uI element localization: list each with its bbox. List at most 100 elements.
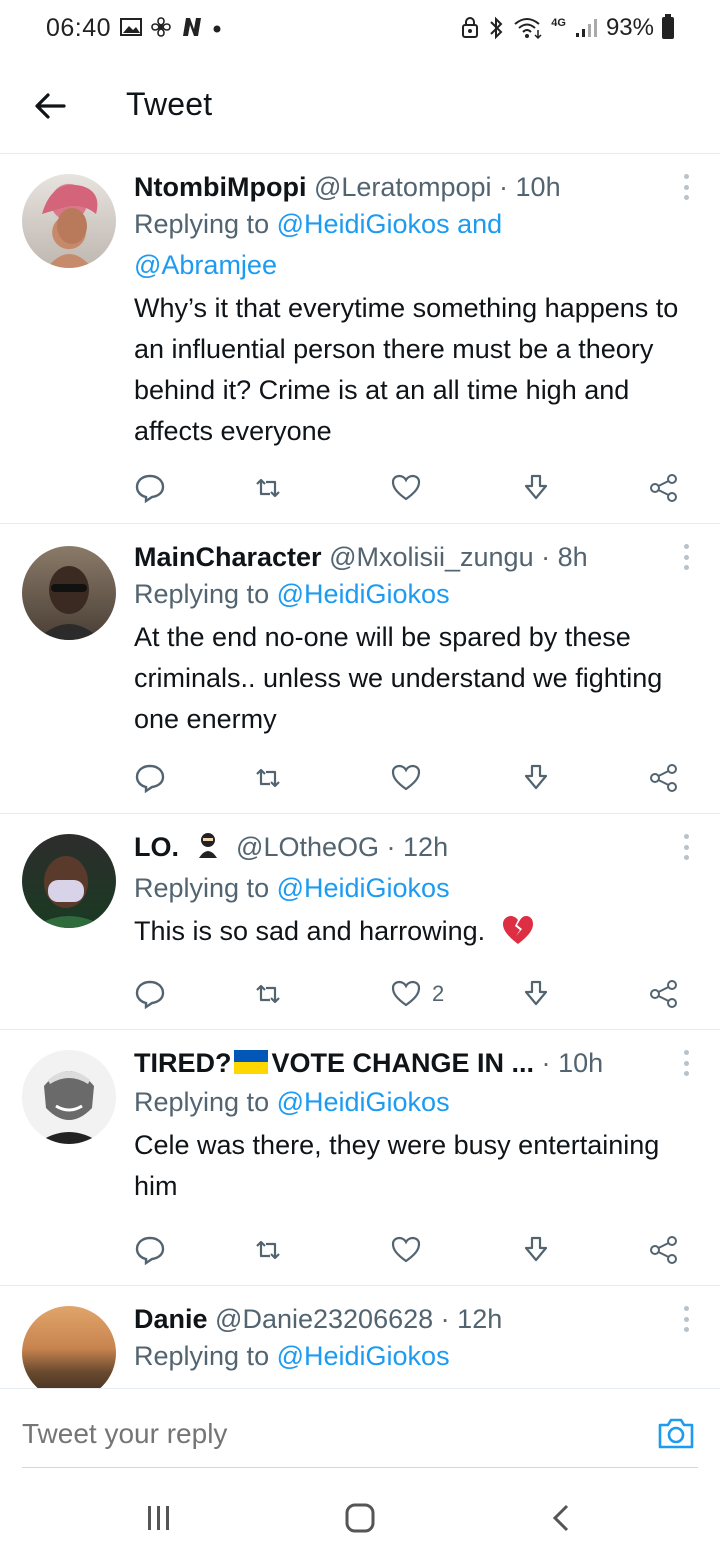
avatar[interactable]: [22, 834, 116, 928]
mention-link[interactable]: @HeidiGiokos: [277, 1087, 450, 1117]
more-options-icon[interactable]: [682, 174, 690, 200]
replying-prefix: Replying to: [134, 873, 270, 903]
download-icon: [524, 1236, 548, 1262]
tweet-header: Danie @Danie23206628 · 12h: [134, 1302, 690, 1336]
like-button[interactable]: [390, 468, 422, 508]
tweet-text: Why’s it that everytime something happen…: [134, 293, 679, 446]
gallery-icon: [120, 18, 142, 36]
heart-icon: [391, 474, 421, 501]
back-arrow-icon[interactable]: [30, 86, 70, 126]
reply-input[interactable]: [22, 1403, 622, 1453]
heart-icon: [391, 980, 421, 1007]
tweet-content: MainCharacter @Mxolisii_zungu · 8h Reply…: [134, 540, 690, 740]
tweet-time[interactable]: 12h: [403, 832, 448, 862]
back-chevron-icon: [552, 1504, 569, 1532]
mention-link[interactable]: @HeidiGiokos: [277, 209, 450, 239]
retweet-button[interactable]: [252, 758, 284, 798]
author-name[interactable]: LO.: [134, 832, 179, 862]
like-button[interactable]: 2: [390, 974, 444, 1014]
author-handle[interactable]: @LOtheOG: [236, 832, 379, 862]
separator-dot: ·: [440, 1304, 450, 1334]
mention-link[interactable]: @HeidiGiokos: [277, 1341, 450, 1371]
tweet-header: NtombiMpopi @Lerato​mpopi · 10h: [134, 170, 690, 204]
share-button[interactable]: [648, 974, 680, 1014]
retweet-button[interactable]: [252, 974, 284, 1014]
avatar[interactable]: [22, 174, 116, 268]
more-options-icon[interactable]: [682, 1306, 690, 1332]
author-name[interactable]: NtombiMpopi: [134, 172, 306, 202]
author-name[interactable]: TIRED?: [134, 1048, 232, 1078]
download-icon: [524, 980, 548, 1006]
download-button[interactable]: [520, 974, 552, 1014]
like-count: 2: [432, 981, 445, 1006]
avatar[interactable]: [22, 1050, 116, 1144]
tweet-item[interactable]: Danie @Danie23206628 · 12h Replying to @…: [0, 1286, 720, 1388]
signal-icon: [575, 19, 597, 37]
author-handle[interactable]: @Lerato​mpopi: [314, 172, 492, 202]
more-options-icon[interactable]: [682, 834, 690, 860]
reply-button[interactable]: [134, 758, 166, 798]
recent-apps-icon: [148, 1506, 169, 1530]
ninja-emoji-icon: [193, 830, 223, 868]
more-options-icon[interactable]: [682, 1050, 690, 1076]
reply-button[interactable]: [134, 974, 166, 1014]
tweet-time[interactable]: 10h: [558, 1048, 603, 1078]
author-name-continued[interactable]: VOTE CHANGE IN ...: [272, 1048, 535, 1078]
tweet-time[interactable]: 12h: [457, 1304, 502, 1334]
heart-icon: [391, 1236, 421, 1263]
tweet-content: Danie @Danie23206628 · 12h Replying to @…: [134, 1302, 690, 1377]
reply-composer: [0, 1388, 720, 1468]
separator-dot: ·: [499, 172, 509, 202]
tweet-item[interactable]: MainCharacter @Mxolisii_zungu · 8h Reply…: [0, 524, 720, 814]
avatar[interactable]: [22, 546, 116, 640]
retweet-button[interactable]: [252, 468, 284, 508]
tweet-item[interactable]: NtombiMpopi @Lerato​mpopi · 10h Replying…: [0, 154, 720, 524]
like-button[interactable]: [390, 1230, 422, 1270]
separator-dot: ·: [541, 542, 551, 572]
retweet-button[interactable]: [252, 1230, 284, 1270]
share-icon: [650, 474, 677, 502]
home-button[interactable]: [340, 1498, 380, 1538]
download-button[interactable]: [520, 468, 552, 508]
more-options-icon[interactable]: [682, 544, 690, 570]
tweet-time[interactable]: 10h: [516, 172, 561, 202]
author-handle[interactable]: @Mxolisii_zungu: [329, 542, 534, 572]
avatar[interactable]: [22, 1306, 116, 1388]
mention-link[interactable]: @HeidiGiokos: [277, 873, 450, 903]
author-handle[interactable]: @Danie23206628: [215, 1304, 433, 1334]
share-button[interactable]: [648, 1230, 680, 1270]
back-button[interactable]: [542, 1498, 582, 1538]
tweet-header: LO. @LOtheOG · 12h: [134, 830, 690, 868]
recent-apps-button[interactable]: [138, 1498, 178, 1538]
mention-link[interactable]: @Abramjee: [134, 250, 277, 280]
comment-icon: [135, 1236, 165, 1266]
replies-feed[interactable]: NtombiMpopi @Lerato​mpopi · 10h Replying…: [0, 154, 720, 1388]
tweet-item[interactable]: TIRED? VOTE CHANGE IN ... · 10h Replying…: [0, 1030, 720, 1286]
download-button[interactable]: [520, 1230, 552, 1270]
author-name[interactable]: Danie: [134, 1304, 208, 1334]
ukraine-flag-icon: [233, 1048, 268, 1082]
tweet-content: TIRED? VOTE CHANGE IN ... · 10h Replying…: [134, 1046, 690, 1207]
network-type: 4G: [551, 16, 566, 29]
comment-icon: [135, 474, 165, 504]
status-notification-icons: [120, 16, 222, 38]
download-button[interactable]: [520, 758, 552, 798]
download-icon: [524, 764, 548, 790]
top-navigation: Tweet: [0, 60, 720, 154]
camera-icon[interactable]: [656, 1413, 696, 1453]
like-button[interactable]: [390, 758, 422, 798]
share-button[interactable]: [648, 468, 680, 508]
replying-to: Replying to @HeidiGiokos: [134, 1336, 690, 1377]
tweet-content: NtombiMpopi @Lerato​mpopi · 10h Replying…: [134, 170, 690, 452]
wifi-icon: [514, 18, 542, 40]
author-name[interactable]: MainCharacter: [134, 542, 322, 572]
tweet-text-container: This is so sad and harrowing.: [134, 911, 690, 958]
share-button[interactable]: [648, 758, 680, 798]
mention-link[interactable]: @HeidiGiokos: [277, 579, 450, 609]
tweet-time[interactable]: 8h: [558, 542, 588, 572]
reply-button[interactable]: [134, 1230, 166, 1270]
reply-button[interactable]: [134, 468, 166, 508]
reply-underline: [22, 1467, 698, 1468]
tweet-item[interactable]: LO. @LOtheOG · 12h Replying to @HeidiGio…: [0, 814, 720, 1030]
replying-to: Replying to @HeidiGiokos: [134, 574, 690, 615]
